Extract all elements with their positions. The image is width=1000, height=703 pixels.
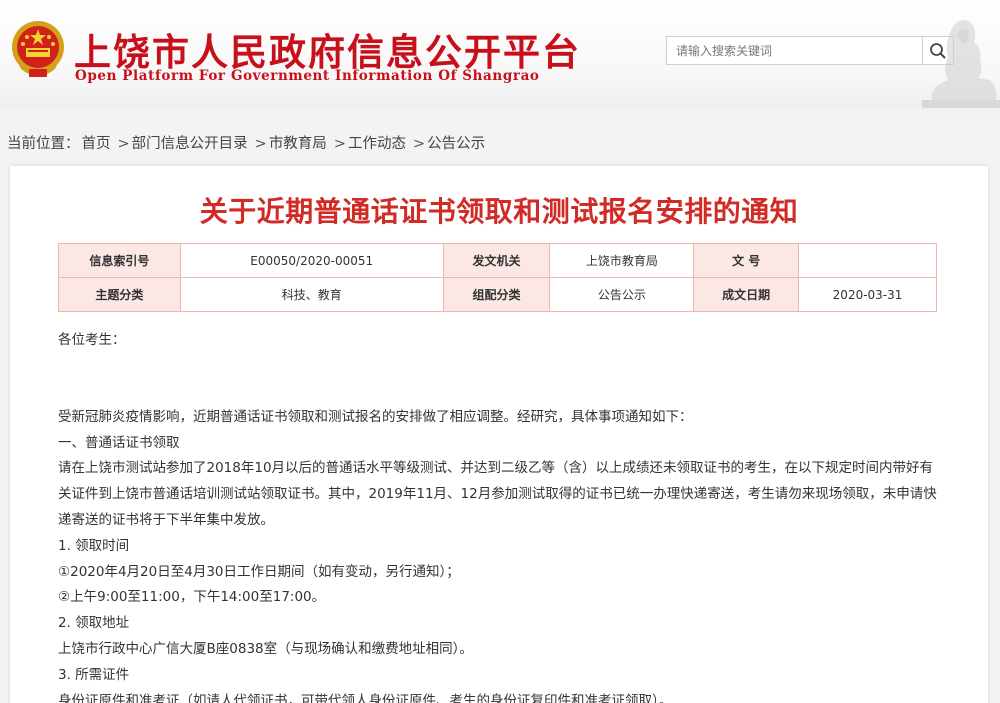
breadcrumb: 当前位置： 首页 > 部门信息公开目录 > 市教育局 > 工作动态 > 公告公示: [7, 132, 487, 153]
breadcrumb-prefix: 当前位置：: [7, 136, 80, 152]
meta-value-date: 2020-03-31: [798, 277, 937, 312]
meta-value-doc-number: [798, 243, 937, 278]
meta-value-issuer: 上饶市教育局: [549, 243, 695, 278]
site-header: 上饶市人民政府信息公开平台 Open Platform For Governme…: [0, 0, 1000, 110]
meta-label-index: 信息索引号: [58, 243, 181, 278]
national-emblem-icon: [12, 21, 64, 77]
meta-label-topic: 主题分类: [58, 277, 181, 312]
breadcrumb-work-news[interactable]: 工作动态: [348, 136, 406, 152]
article-subheading: 3. 所需证件: [58, 666, 130, 683]
article-panel: 关于近期普通话证书领取和测试报名安排的通知 信息索引号 E00050/2020-…: [10, 166, 988, 703]
article-paragraph: ②上午9:00至11:00，下午14:00至17:00。: [58, 589, 326, 606]
breadcrumb-announcements[interactable]: 公告公示: [427, 136, 485, 152]
article-meta-table: 信息索引号 E00050/2020-00051 发文机关 上饶市教育局 文 号 …: [58, 243, 937, 312]
article-paragraph: 上饶市行政中心广信大厦B座0838室（与现场确认和缴费地址相同）。: [58, 640, 473, 657]
site-subtitle: Open Platform For Government Information…: [75, 68, 540, 84]
article-paragraph: ①2020年4月20日至4月30日工作日期间（如有变动，另行通知）；: [58, 563, 460, 580]
article-subheading: 2. 领取地址: [58, 615, 130, 632]
breadcrumb-dept-directory[interactable]: 部门信息公开目录: [132, 136, 248, 152]
landmark-statue-icon: [922, 20, 1000, 108]
article-greeting: 各位考生：: [58, 332, 126, 348]
meta-row: 信息索引号 E00050/2020-00051 发文机关 上饶市教育局 文 号: [58, 243, 937, 278]
meta-value-topic: 科技、教育: [179, 277, 444, 312]
meta-label-doc-number: 文 号: [693, 243, 800, 278]
article-paragraph: 受新冠肺炎疫情影响，近期普通话证书领取和测试报名的安排做了相应调整。经研究，具体…: [58, 408, 693, 425]
meta-label-issuer: 发文机关: [442, 243, 551, 278]
meta-label-date: 成文日期: [693, 277, 800, 312]
breadcrumb-education-bureau[interactable]: 市教育局: [269, 136, 327, 152]
breadcrumb-separator: >: [412, 136, 426, 152]
article-title: 关于近期普通话证书领取和测试报名安排的通知: [199, 195, 799, 228]
breadcrumb-separator: >: [254, 136, 267, 152]
article-body: 各位考生： 受新冠肺炎疫情影响，近期普通话证书领取和测试报名的安排做了相应调整。…: [58, 328, 938, 703]
article-paragraph: 身份证原件和准考证（如请人代领证书，可带代领人身份证原件、考生的身份证复印件和准…: [58, 692, 673, 703]
breadcrumb-home[interactable]: 首页: [82, 136, 111, 152]
meta-value-category: 公告公示: [549, 277, 695, 312]
breadcrumb-separator: >: [117, 136, 130, 152]
article-section-heading: 一、普通话证书领取: [58, 434, 180, 451]
search-input[interactable]: [667, 37, 921, 64]
breadcrumb-separator: >: [333, 136, 346, 152]
meta-row: 主题分类 科技、教育 组配分类 公告公示 成文日期 2020-03-31: [58, 277, 937, 312]
search-box: [666, 36, 954, 65]
article-paragraph: 请在上饶市测试站参加了2018年10月以后的普通话水平等级测试、并达到二级乙等（…: [58, 460, 937, 528]
article-subheading: 1. 领取时间: [58, 537, 130, 554]
meta-label-category: 组配分类: [442, 277, 551, 312]
meta-value-index: E00050/2020-00051: [179, 243, 444, 278]
